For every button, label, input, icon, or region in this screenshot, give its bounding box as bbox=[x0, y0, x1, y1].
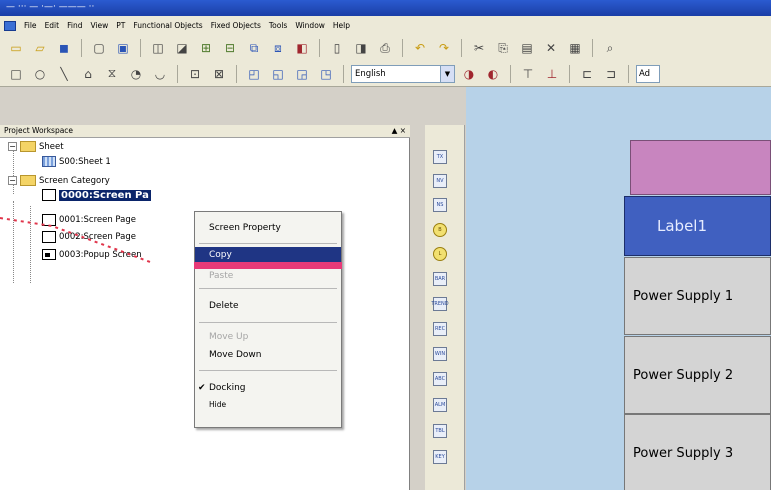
menu-item-label: Copy bbox=[209, 250, 232, 260]
menu-item-copy[interactable]: Copy bbox=[195, 247, 341, 263]
paste-highlight-bar bbox=[194, 262, 342, 269]
menu-separator bbox=[199, 243, 337, 244]
checkmark-icon: ✔ bbox=[198, 383, 206, 393]
menu-separator bbox=[199, 322, 337, 323]
menu-item-label: Paste bbox=[209, 270, 234, 281]
menu-item-label: Docking bbox=[209, 383, 246, 393]
menu-item-label: Move Up bbox=[209, 332, 249, 342]
menu-item-label: Delete bbox=[209, 301, 239, 311]
menu-item-delete[interactable]: Delete bbox=[195, 298, 341, 314]
menu-item-screen-property[interactable]: Screen Property bbox=[195, 218, 341, 238]
menu-item-docking[interactable]: ✔ Docking bbox=[195, 380, 341, 396]
annotation-arrow-line bbox=[0, 217, 151, 263]
annotation-arrow bbox=[0, 217, 151, 263]
menu-item-label: Screen Property bbox=[209, 223, 281, 233]
menu-item-move-down[interactable]: Move Down bbox=[195, 347, 341, 363]
menu-item-paste: Paste bbox=[195, 269, 341, 282]
menu-item-label: Hide bbox=[209, 399, 227, 409]
menu-item-move-up: Move Up bbox=[195, 329, 341, 345]
menu-separator bbox=[199, 288, 337, 289]
menu-item-label: Move Down bbox=[209, 350, 262, 360]
menu-item-hide[interactable]: Hide bbox=[195, 397, 341, 411]
menu-separator bbox=[199, 370, 337, 371]
context-menu: Screen Property Copy Paste Delete Move U… bbox=[194, 211, 342, 428]
